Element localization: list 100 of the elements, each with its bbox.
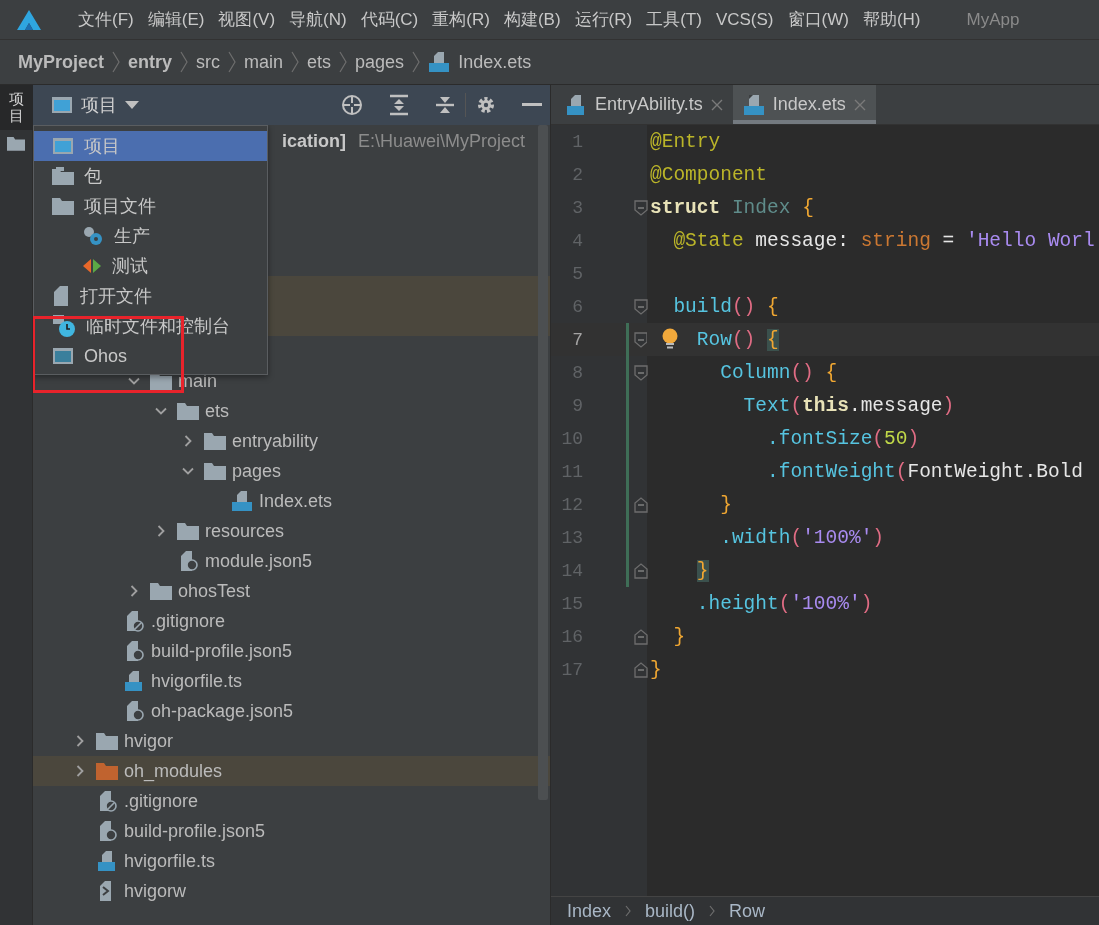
tree-item[interactable]: resources [205, 520, 285, 542]
fold-marker-icon[interactable] [634, 662, 648, 678]
tree-item[interactable]: hvigorw [124, 880, 187, 902]
breadcrumb-item[interactable]: Row [729, 900, 766, 922]
file-icon [565, 93, 587, 116]
tree-item[interactable]: ohosTest [178, 580, 251, 602]
fold-marker-icon[interactable] [634, 299, 648, 315]
breadcrumb-item[interactable]: src [196, 51, 221, 73]
folder-icon [150, 372, 172, 390]
menu-item[interactable]: 编辑(E) [147, 6, 205, 33]
menu-item[interactable]: 窗口(W) [787, 6, 849, 33]
breadcrumb-item[interactable]: build() [645, 900, 696, 922]
menu-item[interactable]: 工具(T) [646, 6, 702, 33]
breadcrumb-item[interactable]: MyProject [18, 51, 105, 73]
logo-icon[interactable] [16, 8, 42, 31]
tree-item[interactable]: hvigorfile.ts [124, 850, 216, 872]
folder-icon [204, 462, 226, 480]
code-line: struct Index { [650, 196, 814, 219]
editor-tab[interactable]: Index.ets [732, 85, 876, 124]
menu-item[interactable]: Ohos [34, 341, 267, 371]
menu-item[interactable]: 帮助(H) [862, 6, 921, 33]
gears-icon [82, 226, 104, 246]
code-line: .height('100%') [696, 592, 873, 615]
fold-marker-icon[interactable] [634, 563, 648, 579]
tree-item[interactable]: Index.ets [259, 490, 333, 512]
test-arrows-icon [82, 257, 102, 275]
file-icon [52, 285, 70, 307]
menu-item[interactable]: 测试 [34, 251, 267, 281]
tree-item[interactable]: module.json5 [205, 550, 313, 572]
settings-icon[interactable] [476, 95, 496, 115]
breadcrumb-item[interactable]: Index.ets [458, 51, 532, 73]
file-icon [231, 490, 253, 512]
code-line: @State message: string = 'Hello Worl [673, 229, 1095, 252]
tree-item[interactable]: hvigorfile.ts [151, 670, 243, 692]
view-selector[interactable]: 项目 [51, 93, 139, 117]
tree-item[interactable]: ication] [282, 130, 346, 152]
lightbulb-icon[interactable] [662, 328, 678, 350]
crosshair-icon[interactable] [341, 94, 363, 116]
breadcrumb-item[interactable]: main [244, 51, 284, 73]
code-line: Row() { [696, 328, 779, 351]
file-icon [123, 670, 145, 692]
tool-window-tab[interactable]: 项目 [0, 85, 33, 130]
menu-item[interactable]: 代码(C) [360, 6, 419, 33]
tree-item[interactable]: .gitignore [124, 790, 199, 812]
menu-item[interactable]: 打开文件 [34, 281, 267, 311]
tree-item[interactable]: build-profile.json5 [151, 640, 293, 662]
tree-item[interactable]: .gitignore [151, 610, 226, 632]
folder-icon [177, 522, 199, 540]
breadcrumb-item[interactable]: pages [355, 51, 405, 73]
chevron-right-icon [625, 905, 632, 917]
tree-item[interactable]: build-profile.json5 [124, 820, 266, 842]
code-line: @Entry [650, 130, 721, 153]
menu-item[interactable]: VCS(S) [715, 7, 774, 32]
folder-icon [52, 197, 74, 215]
tree-item[interactable]: entryability [232, 430, 319, 452]
menu-item[interactable]: 视图(V) [218, 6, 276, 33]
fold-marker-icon[interactable] [634, 365, 648, 381]
expand-all-icon[interactable] [389, 94, 409, 116]
folder-icon[interactable] [7, 136, 25, 151]
chevron-right-icon [291, 51, 300, 73]
menu-item[interactable]: 包 [34, 161, 267, 191]
code-line: .fontSize(50) [767, 427, 920, 450]
code-line: } [720, 493, 732, 516]
menu-item[interactable]: 构建(B) [503, 6, 561, 33]
breadcrumb-item[interactable]: Index [567, 900, 612, 922]
tree-item[interactable]: oh_modules [124, 760, 223, 782]
close-icon[interactable] [710, 98, 723, 111]
menu-item[interactable]: 项目 [34, 131, 267, 161]
menu-item[interactable]: 生产 [34, 221, 267, 251]
tree-item[interactable]: hvigor [124, 730, 174, 752]
tree-item[interactable]: ets [205, 400, 229, 422]
clock-file-icon [52, 314, 76, 338]
code-line: .width('100%') [720, 526, 885, 549]
menu-item[interactable]: 运行(R) [574, 6, 633, 33]
tree-item[interactable]: oh-package.json5 [151, 700, 294, 722]
chevron-right-icon [228, 51, 237, 73]
fold-marker-icon[interactable] [634, 332, 648, 348]
menu-item[interactable]: 导航(N) [289, 6, 347, 33]
fold-marker-icon[interactable] [634, 497, 648, 513]
file-icon [742, 93, 765, 116]
tree-item[interactable]: pages [232, 460, 282, 482]
dropdown-caret-icon [125, 101, 139, 109]
code-line: } [673, 625, 686, 648]
file-icon [96, 850, 118, 872]
fold-marker-icon[interactable] [634, 200, 648, 216]
editor-tab[interactable]: EntryAbility.ts [555, 85, 733, 124]
collapse-all-icon[interactable] [435, 94, 455, 116]
minimize-icon[interactable] [522, 103, 542, 107]
menu-item[interactable]: 重构(R) [432, 6, 490, 33]
breadcrumb-item[interactable]: entry [128, 51, 173, 73]
fold-marker-icon[interactable] [634, 629, 648, 645]
breadcrumb-item[interactable]: ets [307, 51, 332, 73]
code-line: @Component [650, 163, 768, 186]
code-line: .fontWeight(FontWeight.Bold [767, 460, 1083, 483]
folder-icon [150, 582, 172, 600]
menu-item[interactable]: 文件(F) [78, 6, 134, 33]
menu-item[interactable]: 项目文件 [34, 191, 267, 221]
window-icon [52, 137, 74, 155]
chevron-right-icon [709, 905, 716, 917]
window-title: MyApp [966, 9, 1020, 30]
